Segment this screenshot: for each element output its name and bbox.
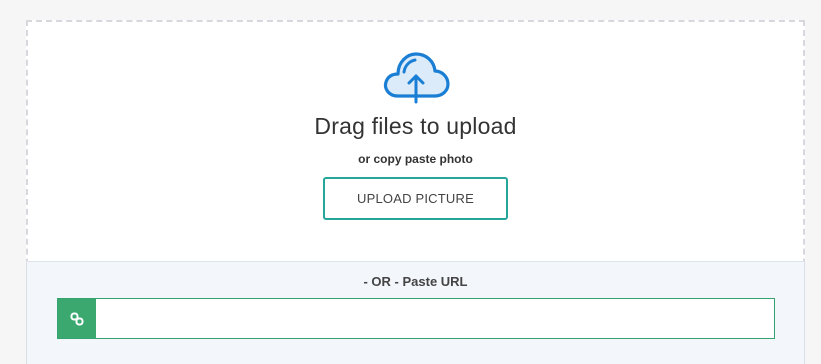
upload-area[interactable]: Drag files to upload or copy paste photo… — [28, 22, 803, 261]
link-icon — [58, 299, 96, 338]
copy-paste-hint: or copy paste photo — [358, 152, 473, 166]
upload-dropzone[interactable]: Drag files to upload or copy paste photo… — [26, 20, 805, 364]
paste-url-section: - OR - Paste URL — [26, 261, 805, 364]
url-input[interactable] — [96, 299, 774, 338]
upload-picture-button[interactable]: UPLOAD PICTURE — [323, 177, 508, 220]
drag-files-title: Drag files to upload — [314, 113, 517, 139]
url-input-group — [57, 298, 775, 339]
cloud-upload-icon — [380, 46, 452, 106]
paste-url-label: - OR - Paste URL — [363, 274, 468, 289]
